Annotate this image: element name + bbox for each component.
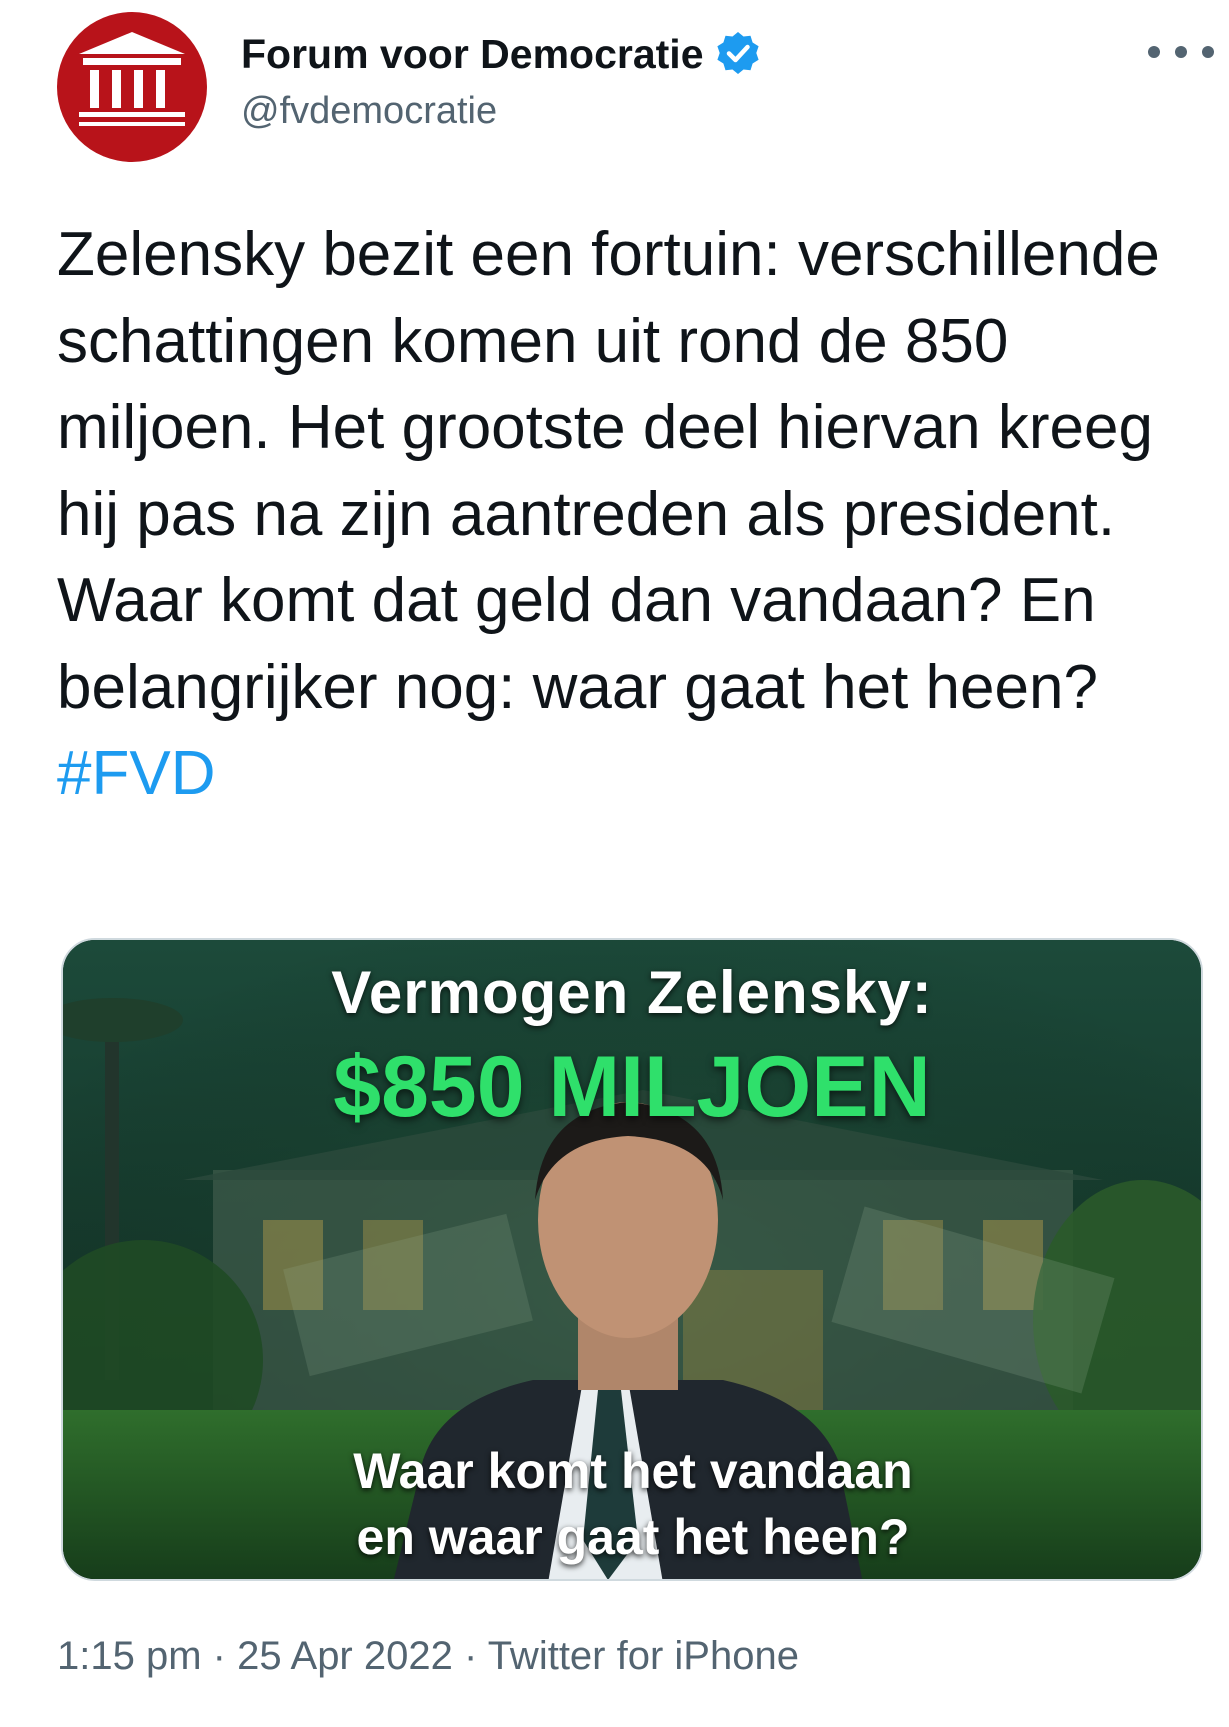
avatar[interactable]	[57, 12, 207, 162]
media-headline: Vermogen Zelensky:	[331, 959, 933, 1026]
tweet: Forum voor Democratie @fvdemocratie Zele…	[0, 0, 1229, 1727]
more-dot	[1202, 46, 1214, 58]
media-amount: $850 MILJOEN	[333, 1039, 931, 1135]
tweet-meta: 1:15 pm · 25 Apr 2022 · Twitter for iPho…	[57, 1634, 799, 1679]
tweet-body: Zelensky bezit een fortuin: verschillend…	[57, 220, 1160, 722]
hashtag-link[interactable]: #FVD	[57, 739, 215, 808]
tweet-date[interactable]: 25 Apr 2022	[237, 1634, 453, 1678]
tweet-source[interactable]: Twitter for iPhone	[488, 1634, 799, 1678]
author-name-row[interactable]: Forum voor Democratie	[241, 26, 762, 82]
author-handle[interactable]: @fvdemocratie	[241, 90, 497, 133]
tweet-text: Zelensky bezit een fortuin: verschillend…	[57, 212, 1187, 818]
tweet-time[interactable]: 1:15 pm	[57, 1634, 202, 1678]
building-columns-icon	[79, 32, 185, 126]
media-question-line: Waar komt het vandaan	[353, 1443, 913, 1499]
display-name[interactable]: Forum voor Democratie	[241, 31, 704, 78]
more-options-icon[interactable]	[1148, 30, 1214, 74]
meta-separator: ·	[212, 1634, 226, 1678]
more-dot	[1148, 46, 1160, 58]
media-question: Waar komt het vandaan en waar gaat het h…	[223, 1438, 1043, 1570]
verified-badge-icon	[716, 32, 759, 74]
media-question-line: en waar gaat het heen?	[356, 1509, 910, 1565]
meta-separator: ·	[463, 1634, 478, 1678]
tweet-media-image[interactable]: Vermogen Zelensky: $850 MILJOEN Waar kom…	[61, 938, 1203, 1581]
more-dot	[1175, 46, 1187, 58]
